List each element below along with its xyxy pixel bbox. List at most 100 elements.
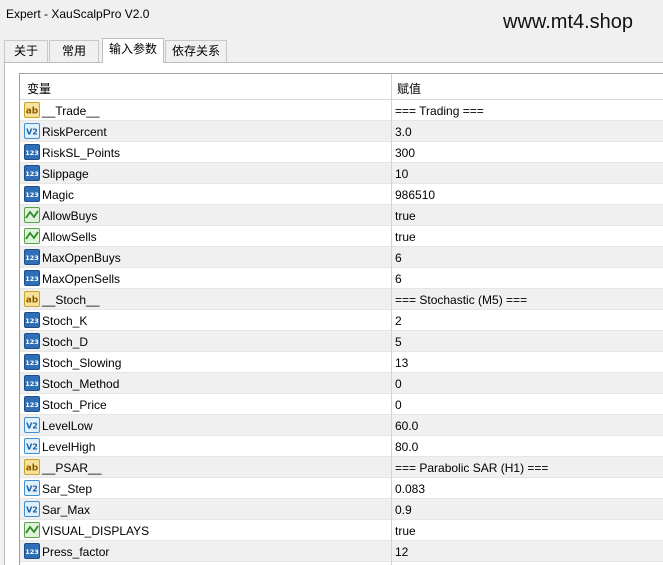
svg-text:ab: ab (26, 107, 39, 117)
parameter-name: MaxOpenBuys (42, 251, 121, 265)
parameter-row[interactable]: ab __PSAR__ === Parabolic SAR (H1) === (20, 457, 663, 478)
column-header-value[interactable]: 赋值 (397, 80, 421, 97)
parameter-name: Sar_Max (42, 503, 91, 517)
parameter-row[interactable]: 123 MaxOpenBuys 6 (20, 247, 663, 268)
svg-text:V2: V2 (26, 506, 38, 515)
parameter-row[interactable]: AllowSells true (20, 226, 663, 247)
parameter-value[interactable]: === Stochastic (M5) === (395, 293, 527, 307)
parameter-value[interactable]: 2 (395, 314, 402, 328)
column-divider[interactable] (391, 74, 392, 565)
integer-icon: 123 (24, 333, 40, 349)
parameter-name: Slippage (42, 167, 89, 181)
parameter-name: Stoch_D (42, 335, 89, 349)
title-bar: Expert - XauScalpPro V2.0 www.mt4.shop (0, 0, 663, 33)
parameter-row[interactable]: 123 RiskSL_Points 300 (20, 142, 663, 163)
tab-strip: 关于 常用 输入参数 依存关系 (4, 38, 663, 63)
parameter-row[interactable]: 123 Stoch_Price 0 (20, 394, 663, 415)
parameter-name: __PSAR__ (42, 461, 102, 475)
parameter-value[interactable]: 0.083 (395, 482, 425, 496)
parameter-value[interactable]: 6 (395, 272, 402, 286)
tab-about[interactable]: 关于 (4, 40, 48, 62)
column-header-variable[interactable]: 变量 (27, 80, 51, 97)
parameter-row[interactable]: V2 RiskPercent 3.0 (20, 121, 663, 142)
ab-icon: ab (24, 459, 40, 475)
parameter-value[interactable]: 300 (395, 146, 415, 160)
parameter-name: MaxOpenSells (42, 272, 121, 286)
bool-icon (24, 228, 40, 244)
parameter-name: Magic (42, 188, 75, 202)
parameter-name: Stoch_Method (42, 377, 120, 391)
parameter-value[interactable]: true (395, 209, 416, 223)
integer-icon: 123 (24, 186, 40, 202)
parameter-value[interactable]: 0 (395, 398, 402, 412)
parameter-value[interactable]: 3.0 (395, 125, 412, 139)
parameter-row[interactable]: 123 Stoch_K 2 (20, 310, 663, 331)
double-icon: V2 (24, 501, 40, 517)
parameter-row[interactable]: VISUAL_DISPLAYS true (20, 520, 663, 541)
integer-icon: 123 (24, 144, 40, 160)
svg-text:V2: V2 (26, 485, 38, 494)
svg-text:123: 123 (25, 254, 39, 262)
parameter-row[interactable]: V2 Sar_Max 0.9 (20, 499, 663, 520)
parameter-value[interactable]: true (395, 524, 416, 538)
svg-text:V2: V2 (26, 128, 38, 137)
parameter-value[interactable]: true (395, 230, 416, 244)
parameter-row[interactable]: V2 LevelLow 60.0 (20, 415, 663, 436)
parameter-name: Stoch_Price (42, 398, 107, 412)
parameter-row[interactable]: 123 Slippage 10 (20, 163, 663, 184)
svg-text:123: 123 (25, 317, 39, 325)
parameter-row[interactable]: V2 LevelHigh 80.0 (20, 436, 663, 457)
tab-inputs[interactable]: 输入参数 (102, 38, 164, 63)
svg-text:123: 123 (25, 338, 39, 346)
parameter-row[interactable]: 123 Stoch_Method 0 (20, 373, 663, 394)
parameter-row[interactable]: 123 Magic 986510 (20, 184, 663, 205)
double-icon: V2 (24, 438, 40, 454)
parameter-name: Stoch_K (42, 314, 88, 328)
parameter-row[interactable]: 123 Stoch_D 5 (20, 331, 663, 352)
svg-text:123: 123 (25, 170, 39, 178)
parameter-value[interactable]: 13 (395, 356, 408, 370)
parameter-value[interactable]: 0.9 (395, 503, 412, 517)
svg-text:123: 123 (25, 359, 39, 367)
parameter-row[interactable]: ab __Stoch__ === Stochastic (M5) === (20, 289, 663, 310)
parameter-value[interactable]: 10 (395, 167, 408, 181)
integer-icon: 123 (24, 375, 40, 391)
ab-icon: ab (24, 291, 40, 307)
parameter-value[interactable]: === Parabolic SAR (H1) === (395, 461, 548, 475)
parameter-row[interactable]: 123 Stoch_Slowing 13 (20, 352, 663, 373)
integer-icon: 123 (24, 312, 40, 328)
parameter-row[interactable]: V2 Sar_Step 0.083 (20, 478, 663, 499)
parameter-value[interactable]: 0 (395, 377, 402, 391)
integer-icon: 123 (24, 396, 40, 412)
parameter-value[interactable]: 986510 (395, 188, 435, 202)
ab-icon: ab (24, 102, 40, 118)
svg-text:V2: V2 (26, 443, 38, 452)
parameter-row[interactable]: 123 Press_factor 12 (20, 541, 663, 562)
tab-common[interactable]: 常用 (49, 40, 99, 62)
svg-text:V2: V2 (26, 422, 38, 431)
parameter-value[interactable]: 60.0 (395, 419, 418, 433)
parameter-name: __Trade__ (42, 104, 100, 118)
svg-text:123: 123 (25, 548, 39, 556)
double-icon: V2 (24, 480, 40, 496)
parameter-row[interactable]: 123 MaxOpenSells 6 (20, 268, 663, 289)
tab-dependencies[interactable]: 依存关系 (165, 40, 227, 62)
parameter-name: Sar_Step (42, 482, 93, 496)
watermark: www.mt4.shop (503, 11, 634, 33)
svg-text:123: 123 (25, 401, 39, 409)
svg-text:ab: ab (26, 464, 39, 474)
parameter-name: RiskSL_Points (42, 146, 121, 160)
parameter-value[interactable]: 80.0 (395, 440, 418, 454)
parameter-name: VISUAL_DISPLAYS (42, 524, 150, 538)
parameter-value[interactable]: 12 (395, 545, 408, 559)
parameter-row[interactable]: ab __Trade__ === Trading === (20, 100, 663, 121)
integer-icon: 123 (24, 270, 40, 286)
parameter-value[interactable]: 6 (395, 251, 402, 265)
parameter-row[interactable]: AllowBuys true (20, 205, 663, 226)
parameter-value[interactable]: 5 (395, 335, 402, 349)
integer-icon: 123 (24, 249, 40, 265)
integer-icon: 123 (24, 354, 40, 370)
svg-text:123: 123 (25, 191, 39, 199)
parameter-name: __Stoch__ (42, 293, 100, 307)
parameter-value[interactable]: === Trading === (395, 104, 484, 118)
